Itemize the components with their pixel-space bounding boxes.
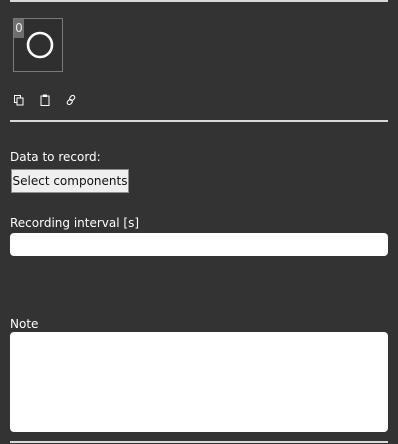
bottom-divider (10, 441, 388, 443)
clipboard-icon[interactable] (38, 93, 52, 107)
recording-interval-input[interactable] (10, 233, 388, 256)
note-textarea[interactable] (10, 332, 388, 432)
component-tile[interactable]: 0 (13, 18, 63, 72)
recording-interval-label: Recording interval [s] (10, 216, 140, 230)
note-label: Note (10, 317, 39, 331)
circle-icon (26, 31, 54, 59)
top-divider (10, 0, 388, 2)
section-divider (10, 120, 388, 122)
component-index-badge: 0 (14, 19, 24, 38)
copy-icon[interactable] (12, 93, 26, 107)
link-icon[interactable] (64, 93, 78, 107)
data-to-record-label: Data to record: (10, 150, 101, 164)
recorder-panel: 0 Data to record: Select components Reco… (0, 0, 398, 444)
select-components-button[interactable]: Select components (11, 169, 129, 193)
